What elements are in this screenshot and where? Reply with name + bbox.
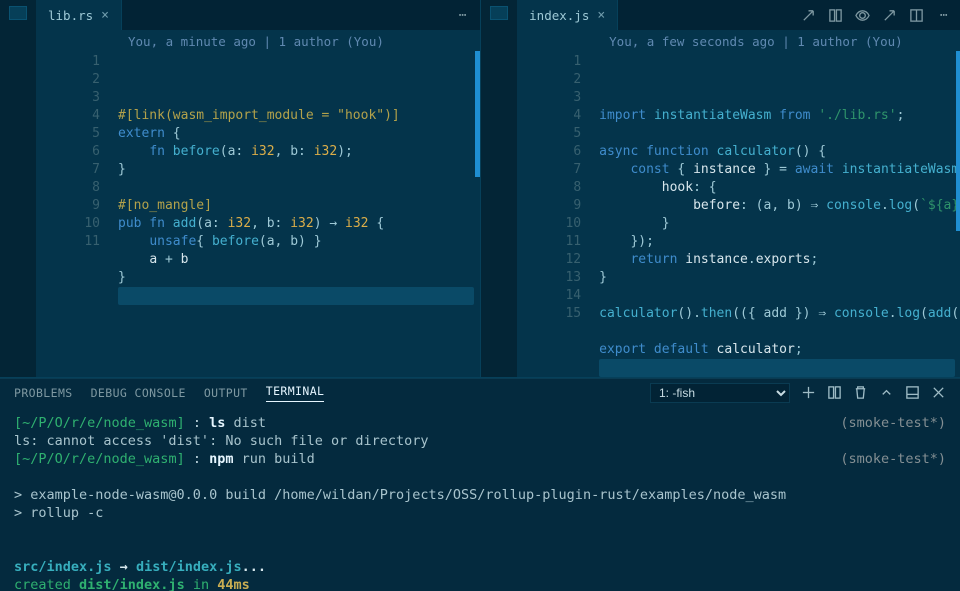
tab-label: index.js [529, 8, 589, 23]
tab-index-js[interactable]: index.js × [517, 0, 618, 30]
terminal-select[interactable]: 1: -fish [650, 383, 790, 403]
layout-icon[interactable] [909, 8, 924, 23]
run-icon[interactable] [882, 8, 897, 23]
tab-actions-left: ⋯ [445, 0, 480, 30]
terminal-body[interactable]: [~/P/O/r/e/node_wasm] : ls dist(smoke-te… [0, 406, 960, 591]
tab-bar-left: lib.rs × ⋯ [36, 0, 480, 30]
tab-actions-right: ⋯ [791, 0, 960, 30]
kill-terminal-icon[interactable] [852, 385, 868, 401]
overview-ruler [475, 51, 480, 177]
close-icon[interactable]: × [101, 8, 109, 23]
toggle-panel-icon[interactable] [904, 385, 920, 401]
minimap-strip-right [481, 0, 517, 377]
tab-bar-right: index.js × ⋯ [517, 0, 960, 30]
more-icon[interactable]: ⋯ [455, 8, 470, 23]
editor-right: index.js × ⋯ You, a few seconds ago | 1 … [517, 0, 960, 377]
code-body-right[interactable]: import instantiateWasm from './lib.rs';a… [599, 51, 960, 377]
git-annotation-left: You, a minute ago | 1 author (You) [36, 30, 480, 51]
panel-tab-debug[interactable]: DEBUG CONSOLE [91, 386, 186, 400]
tab-label: lib.rs [48, 8, 93, 23]
minimap-thumb-left[interactable] [9, 6, 27, 20]
split-icon[interactable] [828, 8, 843, 23]
git-annotation-right: You, a few seconds ago | 1 author (You) [517, 30, 960, 51]
split-terminal-icon[interactable] [826, 385, 842, 401]
open-changes-icon[interactable] [801, 8, 816, 23]
new-terminal-icon[interactable] [800, 385, 816, 401]
line-gutter-left: 1234567891011 [36, 51, 118, 377]
activity-bar [0, 0, 36, 377]
more-icon[interactable]: ⋯ [936, 8, 951, 23]
minimap-thumb-right[interactable] [490, 6, 508, 20]
overview-ruler [956, 51, 960, 231]
panel-tabbar: PROBLEMS DEBUG CONSOLE OUTPUT TERMINAL 1… [0, 378, 960, 406]
panel-tab-problems[interactable]: PROBLEMS [14, 386, 73, 400]
panel-tab-output[interactable]: OUTPUT [204, 386, 248, 400]
panel-tab-terminal[interactable]: TERMINAL [266, 384, 325, 402]
line-gutter-right: 123456789101112131415 [517, 51, 599, 377]
code-body-left[interactable]: #[link(wasm_import_module = "hook")]exte… [118, 51, 480, 377]
editor-left: lib.rs × ⋯ You, a minute ago | 1 author … [36, 0, 481, 377]
tab-lib-rs[interactable]: lib.rs × [36, 0, 122, 30]
maximize-panel-icon[interactable] [878, 385, 894, 401]
bottom-panel: PROBLEMS DEBUG CONSOLE OUTPUT TERMINAL 1… [0, 378, 960, 591]
close-icon[interactable]: × [597, 8, 605, 23]
preview-icon[interactable] [855, 8, 870, 23]
editor-split: lib.rs × ⋯ You, a minute ago | 1 author … [36, 0, 960, 377]
close-panel-icon[interactable] [930, 385, 946, 401]
